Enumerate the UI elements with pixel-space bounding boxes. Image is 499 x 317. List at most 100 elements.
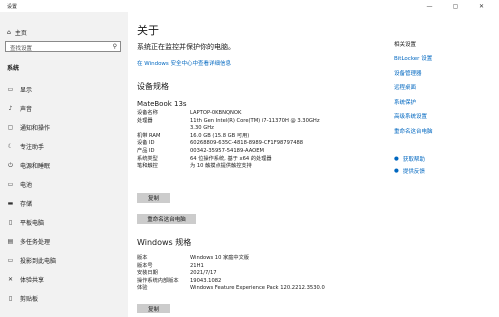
close-button[interactable]: ✕	[473, 0, 490, 12]
section-label: 系统	[7, 65, 20, 72]
spec-key: 产品 ID	[137, 147, 155, 154]
battery-icon: ▭	[7, 181, 14, 188]
sidebar-item-label: 多任务处理	[20, 239, 51, 246]
windows-spec-list: 版本 Windows 10 家庭中文版版本号 21H1 安装日期 2021/7/17 操作…	[137, 255, 367, 293]
projecting-icon: ▭	[7, 257, 14, 264]
shared-experiences-icon: ✕	[7, 276, 14, 283]
sidebar: ⌂ 主页 查找设置 ⚲ 系统 ▭ 显示 ♪ 声音 ▢ 通知和操作 ☾ 专注助手 ⏻ 电源和睡眠 ▭ 电…	[0, 12, 128, 317]
sidebar-item[interactable]: ⏻ 电源和睡眠	[0, 156, 128, 175]
search-placeholder: 查找设置	[10, 46, 33, 52]
copy-device-spec-button[interactable]: 复制	[137, 193, 170, 203]
spec-value: Windows Feature Experience Pack 120.2212…	[190, 285, 325, 292]
windows-spec-row: 版本号 21H1	[137, 263, 367, 271]
sidebar-item[interactable]: ▭ 显示	[0, 80, 128, 99]
spec-key: 处理器	[137, 117, 153, 124]
sidebar-item[interactable]: ▭ 投影到此电脑	[0, 251, 128, 270]
sidebar-item-label: 平板电脑	[20, 220, 45, 227]
device-spec-row: 笔和触控 为 10 触摸点提供触控支持	[137, 163, 367, 171]
spec-value: 60268809-635C-4818-8989-CF1F98797488	[190, 140, 304, 147]
sidebar-item[interactable]: ▤ 多任务处理	[0, 232, 128, 251]
related-settings: 相关设置 BitLocker 设置 设备管理器远程桌面系统保护高级系统设置 重命名这…	[394, 40, 433, 141]
protection-status: 系统正在监控并保护你的电脑。	[137, 43, 235, 51]
window-title: 设置	[7, 4, 18, 10]
get-help-link[interactable]: ● 获取帮助	[394, 155, 425, 163]
related-settings-link[interactable]: BitLocker 设置	[394, 54, 433, 62]
related-settings-link[interactable]: 高级系统设置	[394, 112, 433, 120]
sidebar-item[interactable]: ▢ 通知和操作	[0, 118, 128, 137]
device-spec-row: 处理器 11th Gen Intel(R) Core(TM) i7-11370H …	[137, 118, 367, 126]
related-settings-link[interactable]: 系统保护	[394, 98, 433, 106]
title-bar: 设置 — ▢ ✕	[0, 0, 499, 12]
minimize-button[interactable]: —	[421, 0, 438, 12]
sidebar-item[interactable]: ✕ 体验共享	[0, 270, 128, 289]
sidebar-item[interactable]: ▬ 存储	[0, 194, 128, 213]
device-spec-row: 产品 ID 00342-35957-54189-AAOEM	[137, 148, 367, 156]
spec-key: 设备 ID	[137, 140, 155, 147]
search-input[interactable]: 查找设置 ⚲	[5, 41, 121, 52]
spec-value: 00342-35957-54189-AAOEM	[190, 147, 264, 154]
spec-value: 11th Gen Intel(R) Core(TM) i7-11370H @ 3…	[190, 117, 320, 124]
windows-spec-row: 体验 Windows Feature Experience Pack 120.22…	[137, 285, 367, 293]
feedback-label: 提供反馈	[402, 169, 425, 175]
windows-spec-row: 安装日期 2021/7/17	[137, 270, 367, 278]
feedback-link[interactable]: ● 提供反馈	[394, 167, 425, 175]
tablet-icon: ▯	[8, 219, 13, 226]
related-settings-link[interactable]: 重命名这台电脑	[394, 127, 433, 135]
home-nav-item[interactable]: ⌂ 主页	[7, 28, 27, 37]
sidebar-item-label: 专注助手	[20, 144, 45, 151]
copy-windows-spec-button[interactable]: 复制	[137, 304, 170, 313]
spec-value: 19043.1082	[190, 277, 222, 284]
spec-key: 版本	[137, 255, 148, 261]
sidebar-item[interactable]: ▯ 剪贴板	[0, 289, 128, 308]
display-icon: ▭	[7, 86, 14, 93]
sidebar-item-label: 声音	[20, 106, 33, 113]
sidebar-item-label: 显示	[20, 87, 33, 94]
device-spec-row: 系统类型 64 位操作系统, 基于 x64 的处理器	[137, 156, 367, 164]
clipboard-icon: ▯	[8, 295, 13, 302]
spec-key: 笔和触控	[137, 163, 158, 170]
device-spec-row: 机带 RAM 16.0 GB (15.8 GB 可用)	[137, 133, 367, 141]
related-settings-title: 相关设置	[394, 42, 417, 48]
spec-value: Windows 10 家庭中文版	[190, 255, 249, 261]
page-title: 关于	[137, 24, 159, 37]
maximize-button[interactable]: ▢	[447, 0, 464, 12]
sidebar-item[interactable]: ▭ 电池	[0, 175, 128, 194]
windows-spec-row: 操作系统内部版本 19043.1082	[137, 278, 367, 286]
sidebar-item[interactable]: ♪ 声音	[0, 99, 128, 118]
device-spec-row: 3.30 GHz	[137, 125, 367, 133]
security-center-link[interactable]: 在 Windows 安全中心中查看详细信息	[137, 59, 231, 67]
rename-pc-button[interactable]: 重命名这台电脑	[137, 214, 196, 224]
spec-key: 安装日期	[137, 270, 158, 277]
sidebar-item-label: 通知和操作	[20, 125, 51, 132]
spec-key: 体验	[137, 285, 148, 292]
sound-icon: ♪	[8, 105, 13, 112]
spec-value: LAPTOP-0KBNQNOK	[190, 110, 242, 116]
notification-icon: ▢	[7, 124, 14, 131]
main-content: 关于 系统正在监控并保护你的电脑。 在 Windows 安全中心中查看详细信息 …	[128, 12, 499, 317]
sidebar-item-label: 体验共享	[20, 277, 45, 284]
sidebar-nav: ▭ 显示 ♪ 声音 ▢ 通知和操作 ☾ 专注助手 ⏻ 电源和睡眠 ▭ 电池 ▬ 存储 ▯ 平板电脑 ▤ 多任务处理…	[0, 80, 128, 308]
sidebar-item-label: 电池	[20, 182, 33, 189]
related-settings-link[interactable]: 设备管理器	[394, 69, 433, 77]
focus-assist-icon: ☾	[7, 143, 14, 150]
help-icon: ●	[394, 156, 399, 162]
home-icon: ⌂	[7, 29, 11, 36]
sidebar-item-label: 投影到此电脑	[20, 258, 57, 265]
windows-spec-row: 版本 Windows 10 家庭中文版	[137, 255, 367, 263]
spec-key	[137, 125, 190, 133]
multitasking-icon: ▤	[7, 238, 14, 245]
sidebar-item[interactable]: ▯ 平板电脑	[0, 213, 128, 232]
feedback-icon: ●	[394, 168, 399, 174]
windows-spec-heading: Windows 规格	[137, 238, 192, 247]
device-model: MateBook 13s	[137, 100, 187, 108]
spec-value: 21H1	[190, 262, 204, 269]
power-icon: ⏻	[8, 161, 13, 169]
device-spec-row: 设备名称 LAPTOP-0KBNQNOK	[137, 110, 367, 118]
spec-value: 为 10 触摸点提供触控支持	[190, 163, 252, 170]
sidebar-item-label: 存储	[20, 201, 33, 208]
spec-key: 设备名称	[137, 110, 158, 116]
device-spec-heading: 设备规格	[137, 82, 169, 91]
sidebar-item[interactable]: ☾ 专注助手	[0, 137, 128, 156]
device-spec-row: 设备 ID 60268809-635C-4818-8989-CF1F9879748…	[137, 140, 367, 148]
related-settings-link[interactable]: 远程桌面	[394, 83, 433, 91]
